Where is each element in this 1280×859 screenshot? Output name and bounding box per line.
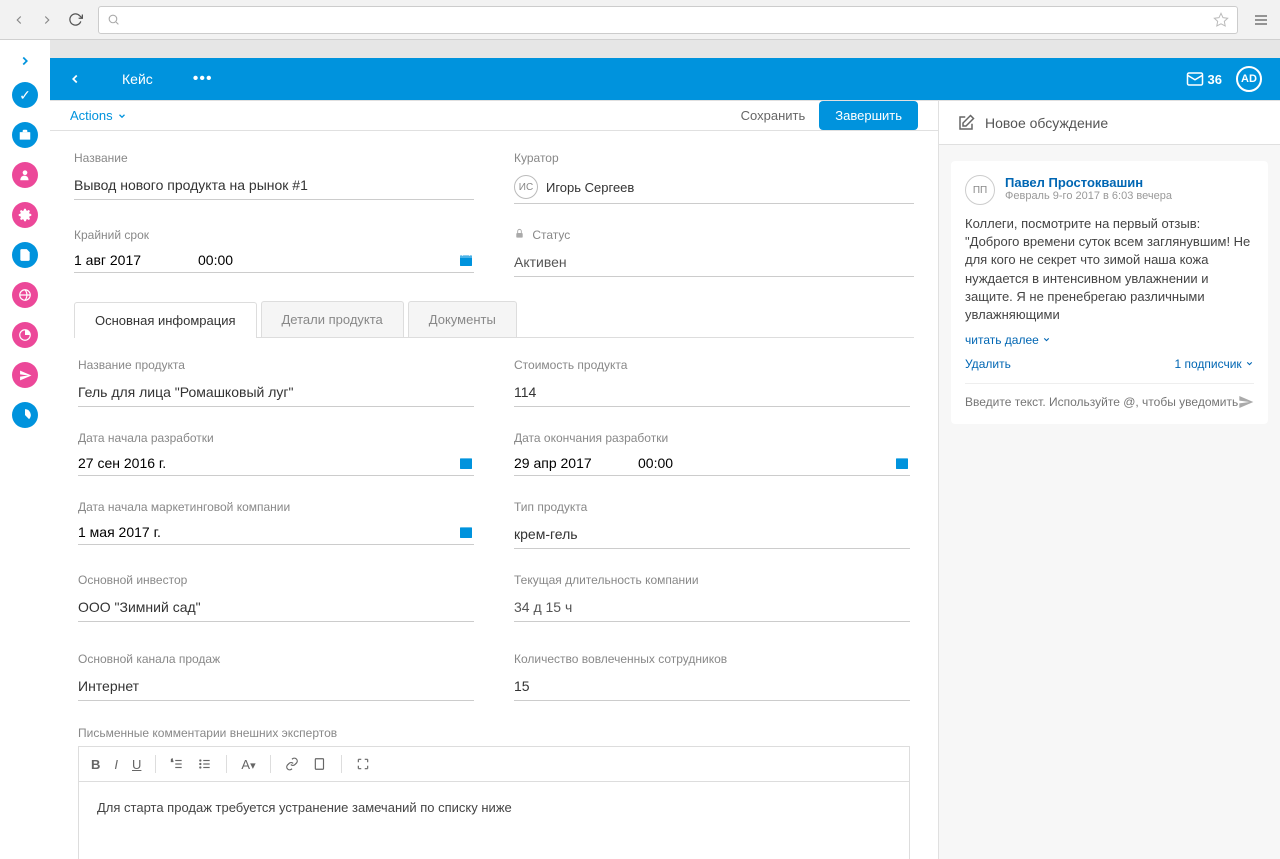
status-label: Статус: [514, 228, 914, 242]
message-count[interactable]: 36: [1186, 70, 1222, 88]
mkt-start-field[interactable]: [78, 520, 474, 545]
investor-label: Основной инвестор: [78, 573, 474, 587]
dev-start-label: Дата начала разработки: [78, 431, 474, 445]
tab-documents[interactable]: Документы: [408, 301, 517, 337]
staff-label: Количество вовлеченных сотрудников: [514, 652, 910, 666]
rail-gauge-icon[interactable]: [12, 322, 38, 348]
message-count-value: 36: [1208, 72, 1222, 87]
bold-icon[interactable]: B: [91, 757, 100, 772]
rail-check-icon[interactable]: ✓: [12, 82, 38, 108]
curator-label: Куратор: [514, 151, 914, 165]
ptype-label: Тип продукта: [514, 500, 910, 514]
ptype-field[interactable]: [514, 520, 910, 549]
editor-toolbar: B I U 1 A▾: [78, 746, 910, 781]
curator-value: Игорь Сергеев: [546, 180, 634, 195]
subscribers-link[interactable]: 1 подписчик: [1174, 357, 1254, 371]
comments-label: Письменные комментарии внешних экспертов: [78, 726, 337, 740]
cost-field[interactable]: [514, 378, 910, 407]
list-ul-icon[interactable]: [198, 757, 212, 771]
cost-label: Стоимость продукта: [514, 358, 910, 372]
url-bar[interactable]: [98, 6, 1238, 34]
deadline-label: Крайний срок: [74, 228, 474, 242]
color-icon[interactable]: A▾: [241, 757, 255, 772]
discussion-input[interactable]: [965, 395, 1238, 409]
deadline-field[interactable]: [74, 248, 474, 273]
page-title: Кейс: [122, 71, 153, 87]
name-field[interactable]: [74, 171, 474, 200]
underline-icon[interactable]: U: [132, 757, 141, 772]
browser-reload-icon[interactable]: [64, 9, 86, 31]
new-discussion-label: Новое обсуждение: [985, 115, 1108, 131]
tabs: Основная инфомрация Детали продукта Доку…: [74, 301, 914, 338]
rail-person-icon[interactable]: [12, 162, 38, 188]
search-icon: [107, 13, 120, 26]
tab-main[interactable]: Основная инфомрация: [74, 302, 257, 338]
status-value: Активен: [514, 248, 914, 277]
mkt-start-label: Дата начала маркетинговой компании: [78, 500, 474, 514]
discussion-avatar: ПП: [965, 175, 995, 205]
channel-label: Основной канала продаж: [78, 652, 474, 666]
calendar-icon[interactable]: [458, 524, 474, 540]
compose-icon: [957, 114, 975, 132]
delete-link[interactable]: Удалить: [965, 357, 1011, 371]
hamburger-icon[interactable]: [1250, 9, 1272, 31]
channel-field[interactable]: [78, 672, 474, 701]
staff-field[interactable]: [514, 672, 910, 701]
lock-icon: [514, 228, 528, 242]
discussion-body: Коллеги, посмотрите на первый отзыв: "До…: [965, 215, 1254, 324]
actionbar: Actions Сохранить Завершить: [50, 101, 938, 131]
investor-field[interactable]: [78, 593, 474, 622]
expand-icon[interactable]: [356, 757, 370, 771]
duration-value: 34 д 15 ч: [514, 593, 910, 622]
pname-field[interactable]: [78, 378, 474, 407]
svg-text:1: 1: [172, 759, 174, 763]
send-icon[interactable]: [1238, 394, 1254, 410]
topbar: Кейс ••• 36 AD: [50, 58, 1280, 100]
dev-end-label: Дата окончания разработки: [514, 431, 910, 445]
list-ol-icon[interactable]: 1: [170, 757, 184, 771]
duration-label: Текущая длительность компании: [514, 573, 910, 587]
read-more-link[interactable]: читать далее: [965, 333, 1051, 347]
browser-forward-icon[interactable]: [36, 9, 58, 31]
deadline-date[interactable]: [74, 252, 174, 268]
discussion-card: ПП Павел Простоквашин Февраль 9-го 2017 …: [951, 161, 1268, 424]
curator-avatar: ИС: [514, 175, 538, 199]
curator-field[interactable]: ИС Игорь Сергеев: [514, 171, 914, 204]
name-label: Название: [74, 151, 474, 165]
editor-area[interactable]: Для старта продаж требуется устранение з…: [78, 781, 910, 859]
rail-expand-icon[interactable]: [18, 54, 32, 68]
actions-dropdown[interactable]: Actions: [70, 108, 127, 123]
discussion-author[interactable]: Павел Простоквашин: [1005, 175, 1172, 190]
rail-globe-icon[interactable]: [12, 282, 38, 308]
rail-briefcase-icon[interactable]: [12, 122, 38, 148]
browser-back-icon[interactable]: [8, 9, 30, 31]
browser-bar: [0, 0, 1280, 40]
calendar-icon[interactable]: [894, 455, 910, 471]
rail-doc-icon[interactable]: [12, 242, 38, 268]
link-icon[interactable]: [285, 757, 299, 771]
rail-send-icon[interactable]: [12, 362, 38, 388]
dev-end-field[interactable]: [514, 451, 910, 476]
complete-button[interactable]: Завершить: [819, 101, 918, 130]
actions-label: Actions: [70, 108, 113, 123]
star-icon[interactable]: [1213, 12, 1229, 28]
calendar-icon[interactable]: [458, 455, 474, 471]
tab-details[interactable]: Детали продукта: [261, 301, 404, 337]
deadline-time[interactable]: [198, 252, 298, 268]
rail-gear-icon[interactable]: [12, 202, 38, 228]
left-rail: ✓: [0, 40, 50, 859]
calendar-icon[interactable]: [458, 252, 474, 268]
save-button[interactable]: Сохранить: [741, 108, 806, 123]
user-avatar[interactable]: AD: [1236, 66, 1262, 92]
discussion-time: Февраль 9-го 2017 в 6:03 вечера: [1005, 190, 1172, 202]
rail-pie-icon[interactable]: [12, 402, 38, 428]
new-discussion-button[interactable]: Новое обсуждение: [939, 101, 1280, 145]
topbar-more-icon[interactable]: •••: [193, 70, 213, 88]
dev-start-field[interactable]: [78, 451, 474, 476]
italic-icon[interactable]: I: [114, 757, 118, 772]
topbar-back-icon[interactable]: [68, 70, 82, 88]
pname-label: Название продукта: [78, 358, 474, 372]
attach-icon[interactable]: [313, 757, 327, 771]
